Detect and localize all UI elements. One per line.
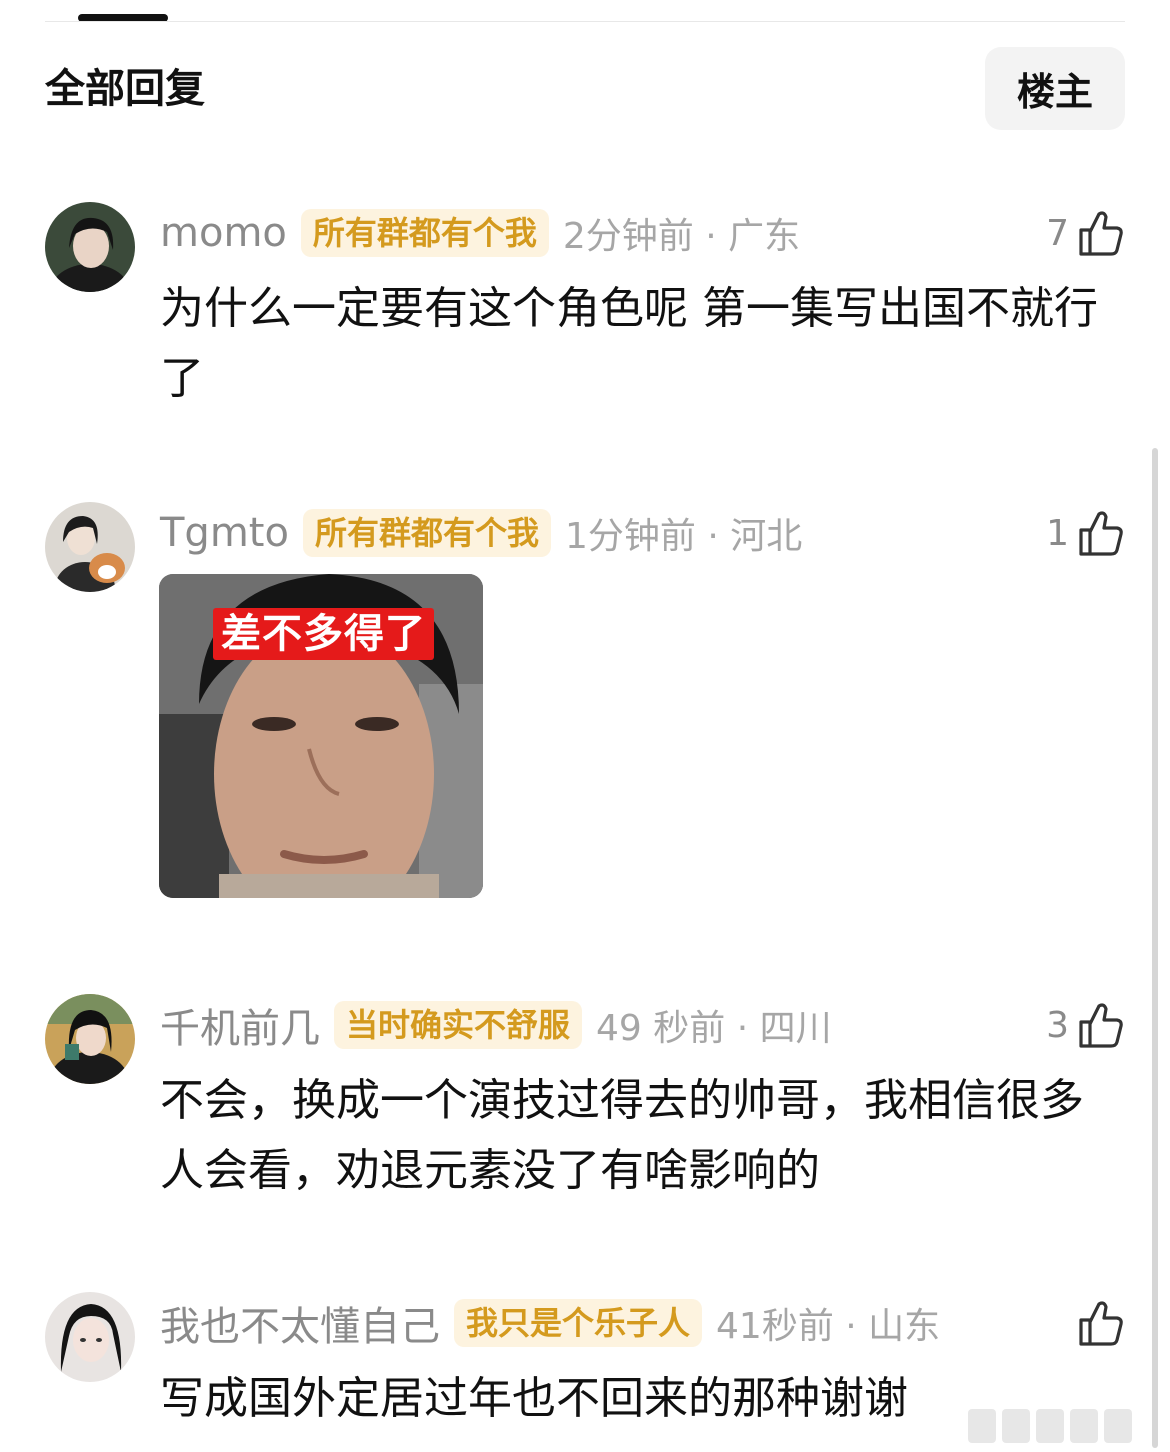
watermark [968,1406,1158,1446]
header-divider [45,21,1125,22]
comment-meta: momo 所有群都有个我 2分钟前 · 广东 [160,202,800,264]
op-only-filter-button[interactable]: 楼主 [985,47,1125,130]
all-replies-title: 全部回复 [45,66,205,112]
comment-item: momo 所有群都有个我 2分钟前 · 广东 7 为什么一定要有这个角色呢 第一… [45,202,1125,422]
avatar[interactable] [45,502,135,592]
like-count: 7 [1046,212,1069,254]
username[interactable]: 我也不太懂自己 [160,1294,440,1352]
thumbs-up-icon [1079,1003,1123,1048]
timestamp-location: 49 秒前 · 四川 [596,1008,832,1049]
like-button[interactable]: 7 [1046,202,1125,264]
like-count: 1 [1046,512,1069,554]
like-button[interactable]: 1 [1046,502,1125,564]
scrollbar[interactable] [1152,448,1158,1448]
avatar[interactable] [45,1292,135,1382]
comment-text: 不会，换成一个演技过得去的帅哥，我相信很多人会看，劝退元素没了有啥影响的 [160,1075,1084,1196]
like-button[interactable] [1069,1292,1125,1354]
timestamp-location: 1分钟前 · 河北 [564,516,803,557]
comment-item: 我也不太懂自己 我只是个乐子人 41秒前 · 山东 写成国外定居过年也不回来的那… [45,1292,1125,1452]
comment-text: 为什么一定要有这个角色呢 第一集写出国不就行了 [160,283,1098,404]
user-badge: 所有群都有个我 [300,209,549,257]
username[interactable]: Tgmto [160,510,289,556]
timestamp-location: 2分钟前 · 广东 [562,216,801,257]
comment-meta: 我也不太懂自己 我只是个乐子人 41秒前 · 山东 [160,1292,940,1354]
like-button[interactable]: 3 [1046,994,1125,1056]
sticker-image[interactable]: 差不多得了 [159,574,483,898]
thumbs-up-icon [1079,211,1123,256]
sticker-caption: 差不多得了 [213,608,434,660]
timestamp-location: 41秒前 · 山东 [716,1306,941,1347]
comment-meta: 千机前几 当时确实不舒服 49 秒前 · 四川 [160,994,832,1056]
user-badge: 我只是个乐子人 [454,1299,703,1347]
username[interactable]: momo [160,210,287,256]
avatar[interactable] [45,994,135,1084]
user-badge: 所有群都有个我 [302,509,551,557]
comment-item: 千机前几 当时确实不舒服 49 秒前 · 四川 3 不会，换成一个演技过得去的帅… [45,994,1125,1214]
comment-meta: Tgmto 所有群都有个我 1分钟前 · 河北 [160,502,802,564]
thumbs-up-icon [1079,511,1123,556]
comment-item: Tgmto 所有群都有个我 1分钟前 · 河北 1 差不多得了 [45,502,1125,902]
user-badge: 当时确实不舒服 [334,1001,583,1049]
avatar[interactable] [45,202,135,292]
like-count: 3 [1046,1004,1069,1046]
username[interactable]: 千机前几 [160,996,320,1054]
thumbs-up-icon [1079,1301,1123,1346]
